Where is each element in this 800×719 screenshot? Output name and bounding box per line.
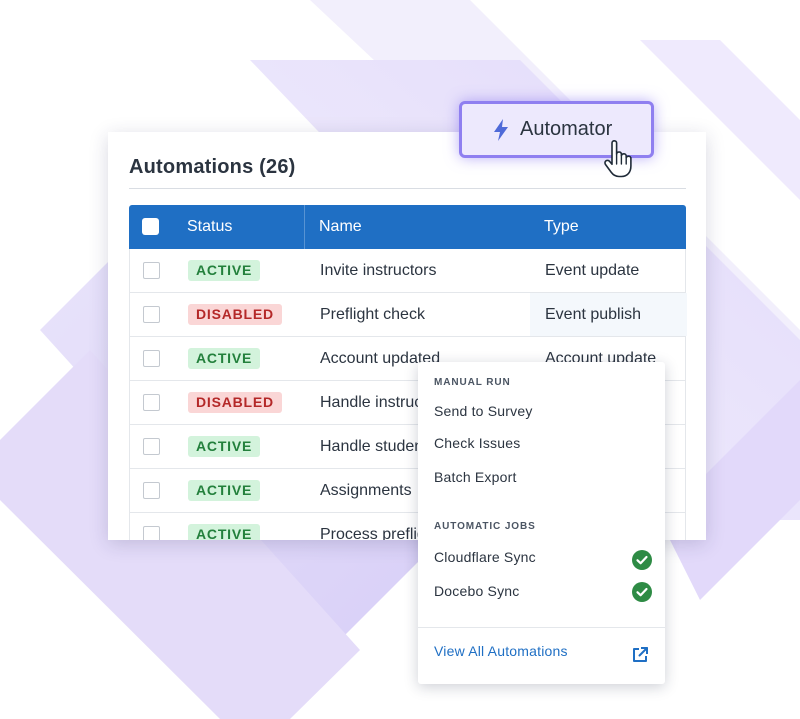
table-row[interactable]: DISABLED Preflight check Event publish bbox=[129, 293, 687, 337]
automation-name[interactable]: Invite instructors bbox=[320, 249, 436, 293]
status-badge: ACTIVE bbox=[188, 260, 261, 281]
check-circle-icon bbox=[632, 582, 652, 602]
table-row[interactable]: ACTIVE Invite instructors Event update bbox=[129, 249, 686, 293]
menu-section-manual-run: MANUAL RUN bbox=[434, 377, 511, 388]
menu-section-automatic-jobs: AUTOMATIC JOBS bbox=[434, 521, 536, 532]
hand-pointer-cursor-icon bbox=[604, 140, 632, 178]
row-checkbox[interactable] bbox=[143, 394, 160, 411]
column-header-status[interactable]: Status bbox=[187, 205, 232, 249]
row-checkbox[interactable] bbox=[143, 262, 160, 279]
title-divider bbox=[129, 188, 686, 189]
select-all-checkbox[interactable] bbox=[142, 218, 159, 235]
status-badge: ACTIVE bbox=[188, 480, 261, 501]
table-header: Status Name Type bbox=[129, 205, 686, 249]
menu-item-batch-export[interactable]: Batch Export bbox=[434, 469, 517, 485]
view-all-automations-link[interactable]: View All Automations bbox=[434, 643, 568, 659]
column-header-type[interactable]: Type bbox=[544, 205, 579, 249]
row-checkbox[interactable] bbox=[143, 526, 160, 540]
automation-name[interactable]: Assignments bbox=[320, 469, 412, 513]
external-link-icon[interactable] bbox=[631, 646, 649, 664]
row-checkbox[interactable] bbox=[143, 350, 160, 367]
row-checkbox[interactable] bbox=[143, 306, 160, 323]
automation-type: Event publish bbox=[545, 306, 642, 323]
menu-divider bbox=[418, 627, 665, 628]
menu-item-check-issues[interactable]: Check Issues bbox=[434, 435, 520, 451]
page-title: Automations (26) bbox=[129, 156, 296, 178]
menu-item-cloudflare-sync[interactable]: Cloudflare Sync bbox=[434, 549, 536, 565]
column-separator[interactable] bbox=[304, 205, 305, 249]
check-circle-icon bbox=[632, 550, 652, 570]
automation-name[interactable]: Preflight check bbox=[320, 293, 425, 337]
row-checkbox[interactable] bbox=[143, 482, 160, 499]
automation-name[interactable]: Handle student bbox=[320, 425, 428, 469]
menu-item-send-to-survey[interactable]: Send to Survey bbox=[434, 403, 533, 419]
automator-dropdown-menu: MANUAL RUN Send to Survey Check Issues B… bbox=[418, 362, 665, 684]
column-header-name[interactable]: Name bbox=[319, 205, 362, 249]
status-badge: DISABLED bbox=[188, 304, 282, 325]
status-badge: ACTIVE bbox=[188, 524, 261, 540]
lightning-bolt-icon bbox=[494, 119, 508, 141]
status-badge: ACTIVE bbox=[188, 348, 261, 369]
status-badge: ACTIVE bbox=[188, 436, 261, 457]
automation-type: Event update bbox=[545, 262, 640, 279]
menu-item-docebo-sync[interactable]: Docebo Sync bbox=[434, 583, 519, 599]
status-badge: DISABLED bbox=[188, 392, 282, 413]
row-checkbox[interactable] bbox=[143, 438, 160, 455]
automator-label: Automator bbox=[520, 118, 613, 140]
